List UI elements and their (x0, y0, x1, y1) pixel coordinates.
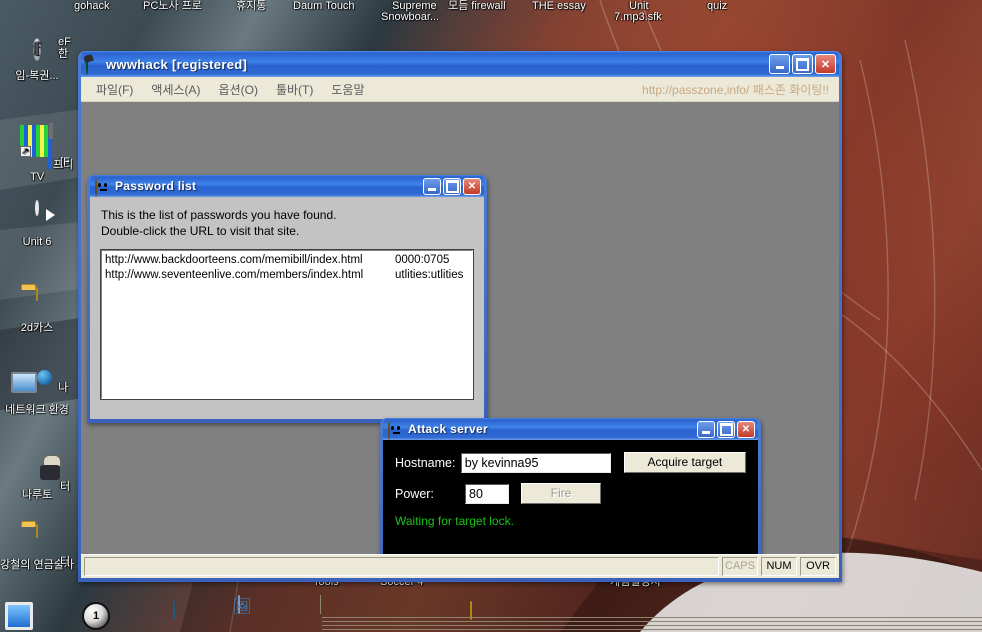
desktop-icon-label: 임-복권... (15, 70, 59, 82)
notepad-icon[interactable] (318, 595, 982, 632)
desktop-icon-label: 2d카스 (20, 322, 54, 334)
close-button[interactable]: ✕ (463, 177, 481, 195)
desktop-icon-2dkas[interactable]: 2d카스 (0, 287, 74, 334)
shortcut-arrow-icon: ↗ (20, 146, 31, 157)
attack-window-titlebar[interactable]: Attack server ✕ (383, 418, 758, 440)
skull-icon (95, 178, 111, 197)
desktop-icon-label-teo[interactable]: 터 (60, 481, 70, 493)
maximize-button[interactable] (792, 54, 813, 74)
desktop-label[interactable]: quiz (707, 0, 727, 12)
password-window-titlebar[interactable]: Password list ✕ (90, 175, 484, 197)
password-list-window[interactable]: Password list ✕ This is the list of pass… (87, 175, 487, 423)
folder-icon (20, 524, 54, 557)
minimize-button[interactable] (423, 177, 441, 195)
desktop-label[interactable]: 휴지통 (236, 0, 266, 12)
desktop-icon-label-na[interactable]: 나 (58, 382, 68, 394)
desktop-icon-unit6[interactable]: Unit 6 (0, 200, 74, 248)
main-window-title: wwwhack [registered] (106, 56, 248, 72)
flash-icon: f (32, 38, 42, 61)
note-line-1: This is the list of passwords you have f… (101, 208, 337, 222)
taskbar[interactable]: 1 🖼 e ▶ e (0, 595, 982, 632)
password-list[interactable]: http://www.backdoorteens.com/memibill/in… (100, 249, 474, 400)
desktop-label[interactable]: gohack (74, 0, 109, 12)
close-button[interactable]: ✕ (815, 54, 836, 74)
password-window-controls: ✕ (423, 177, 481, 195)
maximize-button[interactable] (443, 177, 461, 195)
wwwhack-window[interactable]: wwwhack [registered] ✕ 파일(F) 액세스(A) 옵션(O… (78, 51, 842, 582)
desktop-icon-naruto[interactable]: 나루토 (0, 455, 74, 501)
desktop-icon-label-ef[interactable]: eF (58, 36, 71, 48)
desktop-label[interactable]: 모듬 firewall (448, 0, 506, 12)
skull-icon (388, 421, 404, 440)
power-row: Power: Fire (395, 483, 746, 504)
hostname-row: Hostname: Acquire target (395, 452, 746, 473)
desktop-icon-label: 나루토 (21, 489, 53, 501)
acquire-target-button[interactable]: Acquire target (623, 452, 746, 473)
media-player-icon (20, 200, 54, 234)
desktop-icon-label-pf[interactable]: [F (60, 156, 70, 168)
desktop-label[interactable]: Daum Touch (293, 0, 355, 12)
network-icon (20, 370, 54, 402)
desktop-icon-free-tv[interactable]: ↗ 프리 TV (0, 123, 74, 183)
minimize-button[interactable] (769, 54, 790, 74)
close-button[interactable]: ✕ (737, 420, 755, 438)
desktop-icon-label-deo[interactable]: 터 (60, 556, 70, 568)
list-item[interactable]: http://www.backdoorteens.com/memibill/in… (105, 253, 469, 268)
show-desktop-icon[interactable] (5, 602, 33, 630)
password-window-title: Password list (115, 179, 197, 193)
hostname-input[interactable] (460, 452, 611, 473)
menu-item-file[interactable]: 파일(F) (87, 79, 142, 100)
attack-window-controls: ✕ (697, 420, 755, 438)
main-window-controls: ✕ (769, 54, 836, 74)
desktop-icon-label-han[interactable]: 한 (58, 48, 68, 60)
billiards-icon[interactable]: 1 (82, 602, 110, 630)
attack-window-body: Hostname: Acquire target Power: Fire Wai… (383, 440, 758, 554)
desktop-label[interactable]: PC노사 프로 (143, 0, 202, 12)
password-url[interactable]: http://www.seventeenlive.com/members/ind… (105, 268, 395, 283)
menu-item-toolbar[interactable]: 툴바(T) (267, 79, 322, 100)
note-line-2: Double-click the URL to visit that site. (101, 224, 300, 238)
bottle-icon[interactable] (165, 601, 193, 630)
fire-button[interactable]: Fire (521, 483, 601, 504)
menu-bar-url-text: http://passzone,info/ 패스존 화이팅!! (642, 82, 829, 97)
attack-window-title: Attack server (408, 422, 488, 436)
desktop: gohack PC노사 프로 휴지통 Daum Touch Supreme Sn… (0, 0, 982, 632)
password-window-body: This is the list of passwords you have f… (90, 197, 484, 419)
password-cred: utlities:utlities (395, 269, 464, 281)
maximize-button[interactable] (717, 420, 735, 438)
globe-icon (86, 56, 102, 75)
mdi-client-area: Password list ✕ This is the list of pass… (81, 102, 839, 554)
status-message-pane (84, 557, 719, 576)
password-url[interactable]: http://www.backdoorteens.com/memibill/in… (105, 253, 395, 268)
status-badge-num: NUM (761, 557, 797, 576)
menu-bar[interactable]: 파일(F) 액세스(A) 옵션(O) 툴바(T) 도움말 http://pass… (81, 77, 839, 102)
menu-item-help[interactable]: 도움말 (322, 79, 373, 100)
desktop-label[interactable]: THE essay (532, 0, 586, 12)
image-file-icon[interactable]: 🖼 (232, 595, 252, 615)
tv-icon: ↗ (20, 123, 54, 169)
password-window-note: This is the list of passwords you have f… (101, 207, 473, 239)
list-item[interactable]: http://www.seventeenlive.com/members/ind… (105, 268, 469, 283)
folder-icon[interactable] (470, 601, 498, 630)
minimize-button[interactable] (697, 420, 715, 438)
character-icon (20, 455, 54, 487)
power-input[interactable] (465, 483, 509, 504)
desktop-icon-label: Unit 6 (22, 236, 52, 248)
desktop-label[interactable]: 7.mp3.sfk (614, 11, 662, 23)
status-bar: CAPS NUM OVR (81, 554, 839, 578)
hostname-label: Hostname: (395, 455, 456, 470)
desktop-icon-label: 네트워크 환경 (5, 404, 69, 416)
password-cred: 0000:0705 (395, 254, 450, 266)
power-label: Power: (395, 486, 434, 501)
main-window-titlebar[interactable]: wwwhack [registered] ✕ (81, 51, 839, 77)
desktop-label[interactable]: Snowboar... (381, 11, 439, 23)
menu-item-access[interactable]: 액세스(A) (142, 79, 209, 100)
status-badge-caps: CAPS (722, 557, 758, 576)
status-badge-ovr: OVR (800, 557, 836, 576)
attack-status-text: Waiting for target lock. (395, 514, 514, 528)
folder-icon (20, 287, 54, 320)
menu-item-options[interactable]: 옵션(O) (210, 79, 267, 100)
attack-server-window[interactable]: Attack server ✕ Hostname: Acq (380, 418, 761, 554)
